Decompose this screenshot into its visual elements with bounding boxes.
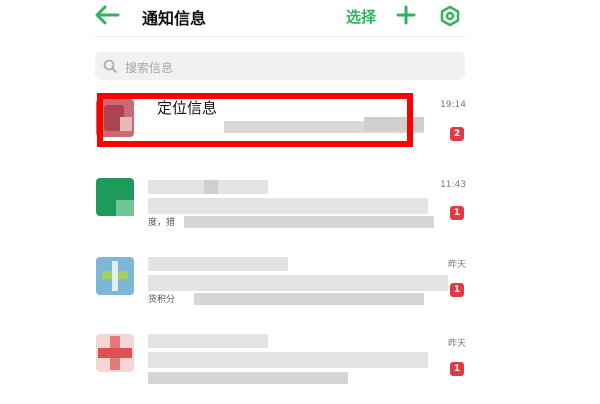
top-bar: 通知信息 选择	[94, 0, 466, 34]
message-time: 11:43	[440, 180, 466, 190]
unread-badge: 1	[450, 362, 464, 376]
message-preview-fragment: 度，猎	[148, 218, 176, 228]
search-input[interactable]: 搜索信息	[95, 52, 465, 80]
avatar	[96, 334, 134, 372]
unread-badge: 1	[450, 206, 464, 220]
highlight-label: 定位信息	[157, 99, 218, 117]
avatar	[96, 257, 134, 295]
message-time: 昨天	[447, 339, 466, 349]
settings-icon[interactable]	[438, 4, 462, 28]
add-icon[interactable]	[394, 3, 418, 27]
message-preview-fragment: 货积分	[148, 295, 176, 305]
sender-name-blurred	[148, 257, 288, 271]
message-time: 19:14	[440, 100, 466, 110]
message-time: 昨天	[447, 260, 466, 270]
message-preview-blurred	[148, 352, 428, 368]
unread-badge: 1	[450, 283, 464, 297]
page-title: 通知信息	[142, 9, 207, 28]
message-row[interactable]: 昨天 1	[94, 330, 466, 404]
message-row[interactable]: 货积分 昨天 1	[94, 251, 466, 325]
message-preview-blurred	[148, 275, 448, 291]
sender-name-blurred	[148, 334, 268, 348]
select-button[interactable]: 选择	[346, 6, 376, 27]
avatar	[96, 178, 134, 216]
back-arrow-icon[interactable]	[94, 4, 120, 26]
highlight-box	[97, 93, 413, 147]
header-divider	[94, 36, 466, 37]
unread-badge: 2	[450, 127, 464, 141]
search-icon	[103, 59, 117, 73]
message-preview-blurred	[148, 198, 428, 214]
search-placeholder: 搜索信息	[125, 61, 174, 75]
message-row[interactable]: 度，猎 11:43 1	[94, 172, 466, 246]
